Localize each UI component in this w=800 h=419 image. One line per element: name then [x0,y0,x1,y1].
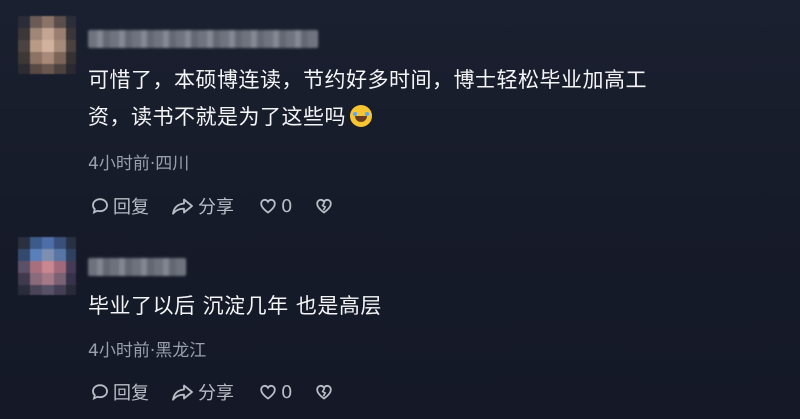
comment-item: 可惜了，本硕博连读，节约好多时间，博士轻松毕业加高工 资，读书不就是为了这些吗 … [0,0,800,225]
like-count: 0 [281,381,293,403]
dislike-button[interactable] [314,382,334,402]
comment-bubble-icon [92,384,108,401]
share-button[interactable]: 分享 [171,193,234,219]
reply-label: 回复 [113,197,149,218]
reply-label: 回复 [113,383,149,404]
reply-button[interactable]: 回复 [90,193,149,219]
like-button[interactable]: 0 [258,196,292,217]
broken-heart-icon [316,198,333,214]
rolling-laughing-emoji-icon [350,105,372,127]
comment-text-line: 毕业了以后 沉淀几年 也是高层 [88,294,382,318]
comment-text: 毕业了以后 沉淀几年 也是高层 [88,288,778,325]
heart-icon [260,384,276,400]
reply-button[interactable]: 回复 [90,379,149,405]
share-label: 分享 [198,383,234,404]
comment-text: 可惜了，本硕博连读，节约好多时间，博士轻松毕业加高工 资，读书不就是为了这些吗 [88,62,778,136]
comment-text-line: 资，读书不就是为了这些吗 [88,105,346,129]
comment-actions: 回复 分享 0 [90,194,334,218]
avatar[interactable] [18,237,76,295]
comment-item: 毕业了以后 沉淀几年 也是高层 4小时前·黑龙江 回复 分享 0 [0,225,800,419]
broken-heart-icon [316,384,333,400]
comment-actions: 回复 分享 0 [90,380,334,404]
username-blurred[interactable] [88,258,186,276]
username-blurred[interactable] [88,30,318,48]
comment-meta: 4小时前·四川 [88,154,190,174]
like-button[interactable]: 0 [258,382,292,403]
avatar[interactable] [18,16,76,74]
share-arrow-icon [172,198,193,215]
comment-text-line: 可惜了，本硕博连读，节约好多时间，博士轻松毕业加高工 [88,68,647,92]
share-label: 分享 [198,197,234,218]
comment-bubble-icon [92,198,108,215]
heart-icon [260,198,276,214]
like-count: 0 [281,195,293,217]
comment-meta: 4小时前·黑龙江 [88,341,207,361]
share-button[interactable]: 分享 [171,379,234,405]
share-arrow-icon [172,384,193,401]
dislike-button[interactable] [314,196,334,216]
